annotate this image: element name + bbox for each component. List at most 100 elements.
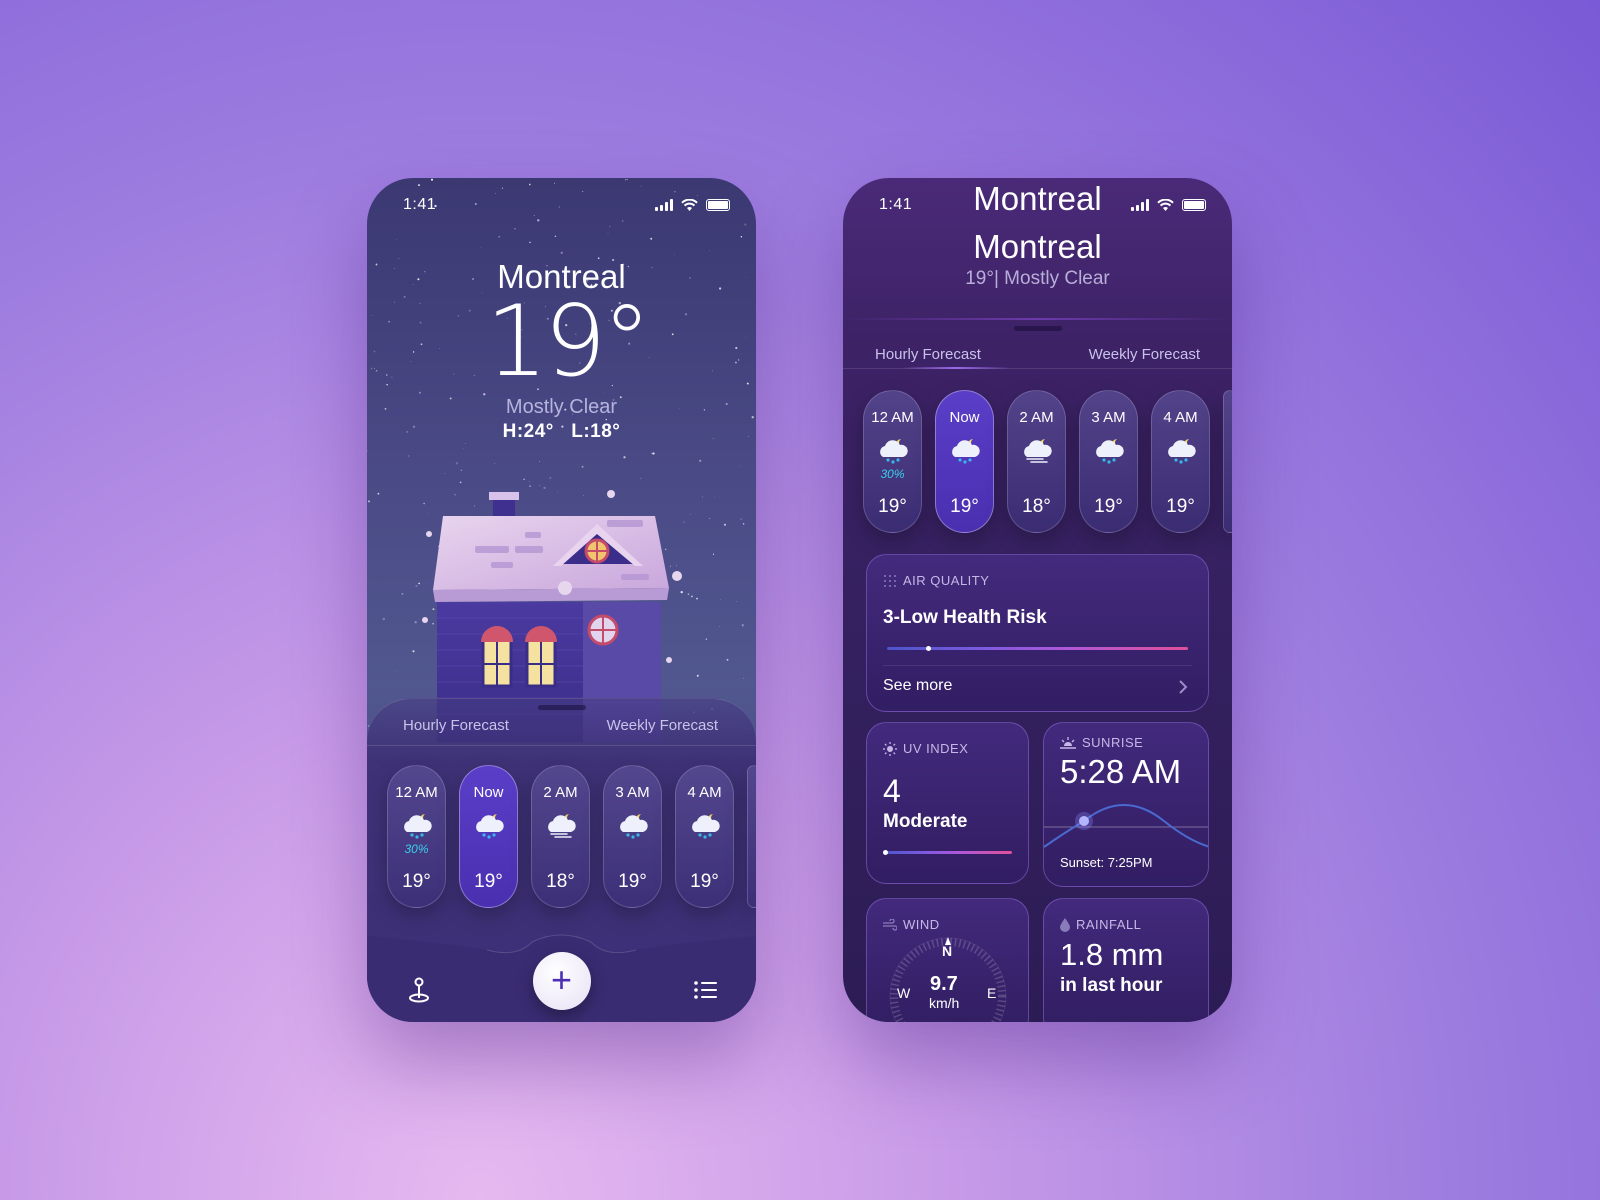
uv-index-bar: [883, 850, 1012, 855]
weather-condition: Mostly Clear: [505, 396, 618, 418]
hourly-forecast-item[interactable]: 12 AM 30% 19°: [387, 765, 446, 908]
cloud-rain-moon-icon: [401, 812, 433, 839]
hour-label: 12 AM: [871, 409, 914, 426]
status-bar: 1:41: [403, 190, 730, 220]
uv-index-indicator: [883, 850, 888, 855]
sunrise-label: SUNRISE: [1082, 735, 1144, 750]
sun-icon: [883, 741, 897, 756]
phone-detail-screen: 1:41 Montreal Montreal 19°| Mostly Clear…: [843, 178, 1232, 1022]
cloud-rain-moon-icon: [1165, 437, 1197, 464]
cloud-rain-moon-icon: [617, 812, 649, 839]
sunrise-icon: [1060, 736, 1076, 749]
sheet-grabber[interactable]: [537, 705, 586, 710]
hour-temperature: 19°: [1166, 496, 1195, 517]
temperature-condition-summary: 19°| Mostly Clear: [965, 268, 1110, 289]
hour-label: 2 AM: [1019, 409, 1054, 426]
air-quality-card[interactable]: AIR QUALITY 3-Low Health Risk See more: [866, 554, 1209, 712]
cloud-rain-moon-icon: [877, 437, 909, 464]
high-low-temperature: H:24° L:18°: [502, 421, 621, 442]
sunrise-time: 5:28 AM: [1060, 753, 1182, 790]
hour-label: 12 AM: [395, 784, 438, 801]
air-quality-bar: [887, 646, 1188, 651]
hourly-forecast-item[interactable]: 4 AM 19°: [675, 765, 734, 908]
hour-temperature: 18°: [1022, 496, 1051, 517]
hour-temperature: 19°: [618, 871, 647, 892]
map-pin-icon[interactable]: [406, 976, 432, 1004]
sheet-grabber[interactable]: [1013, 326, 1062, 331]
cloud-rain-moon-icon: [1093, 437, 1125, 464]
hourly-forecast-item[interactable]: Now 19°: [935, 390, 994, 533]
hour-label: 2 AM: [543, 784, 578, 801]
hour-temperature: 18°: [546, 871, 575, 892]
current-temperature: 19°: [485, 285, 652, 399]
rainfall-card[interactable]: RAINFALL 1.8 mm in last hour: [1043, 898, 1209, 1022]
tab-hourly-forecast[interactable]: Hourly Forecast: [403, 717, 509, 734]
hour-temperature: 19°: [402, 871, 431, 892]
raindrop-icon: [1060, 917, 1070, 932]
cellular-signal-icon: [655, 199, 673, 211]
rainfall-label: RAINFALL: [1076, 917, 1142, 932]
forecast-sheet[interactable]: Hourly Forecast Weekly Forecast 12 AM 30%…: [367, 698, 756, 1022]
see-more-link[interactable]: See more: [883, 677, 952, 695]
hourly-forecast-item[interactable]: 3 AM 19°: [1079, 390, 1138, 533]
hourly-forecast-item[interactable]: 4 AM 19°: [1151, 390, 1210, 533]
tab-weekly-forecast[interactable]: Weekly Forecast: [607, 717, 718, 734]
wind-label: WIND: [903, 917, 940, 932]
hour-temperature: 19°: [690, 871, 719, 892]
list-icon[interactable]: [694, 980, 718, 1000]
cloud-wind-moon-icon: [1021, 437, 1053, 463]
phone-main-screen: 1:41 Montreal 19° Mostly Clear H:24° L:1…: [367, 178, 756, 1022]
hour-temperature: 19°: [1094, 496, 1123, 517]
compass-north: N: [942, 943, 953, 959]
hourly-forecast-item[interactable]: 3 AM 19°: [603, 765, 662, 908]
rainfall-amount: 1.8 mm: [1060, 937, 1164, 972]
precipitation-chance: 30%: [880, 467, 905, 481]
tab-hourly-forecast[interactable]: Hourly Forecast: [875, 346, 981, 363]
air-quality-icon: [884, 574, 896, 587]
hour-label: Now: [473, 784, 504, 801]
hourly-forecast-item-partial[interactable]: [1223, 390, 1232, 533]
city-name: Montreal: [973, 228, 1102, 265]
wind-card[interactable]: WIND N W E 9.7 km/h: [866, 898, 1029, 1022]
air-quality-indicator: [926, 646, 932, 651]
wind-speed: 9.7: [930, 973, 958, 995]
air-quality-value: 3-Low Health Risk: [883, 607, 1047, 628]
hourly-forecast-item[interactable]: 2 AM 18°: [531, 765, 590, 908]
hourly-forecast-item[interactable]: 2 AM 18°: [1007, 390, 1066, 533]
wind-speed-unit: km/h: [929, 995, 960, 1011]
uv-index-value: 4: [883, 773, 901, 809]
tab-weekly-forecast[interactable]: Weekly Forecast: [1089, 346, 1200, 363]
sunset-time: Sunset: 7:25PM: [1060, 855, 1153, 870]
air-quality-label: AIR QUALITY: [903, 573, 990, 588]
sun-path-curve: [1044, 804, 1208, 848]
uv-index-card[interactable]: UV INDEX 4 Moderate: [866, 722, 1029, 884]
chevron-right-icon[interactable]: [1178, 679, 1188, 695]
hourly-forecast-item-partial[interactable]: [747, 765, 756, 908]
hour-label: 3 AM: [1091, 409, 1126, 426]
compass-west: W: [897, 985, 911, 1001]
sunrise-card[interactable]: SUNRISE 5:28 AM Sunset: 7:25PM: [1043, 722, 1209, 887]
wind-icon: [883, 918, 897, 931]
status-time: 1:41: [403, 196, 437, 213]
precipitation-chance: 30%: [404, 842, 429, 856]
hour-temperature: 19°: [950, 496, 979, 517]
hour-temperature: 19°: [878, 496, 907, 517]
hour-label: 3 AM: [615, 784, 650, 801]
hour-label: 4 AM: [687, 784, 722, 801]
cloud-rain-moon-icon: [949, 437, 981, 464]
wifi-icon: [681, 199, 698, 211]
cloud-wind-moon-icon: [545, 812, 577, 838]
battery-icon: [706, 199, 730, 211]
hour-label: Now: [949, 409, 980, 426]
hour-label: 4 AM: [1163, 409, 1198, 426]
uv-index-label: UV INDEX: [903, 741, 969, 756]
add-location-button[interactable]: +: [532, 952, 591, 1010]
hour-temperature: 19°: [474, 871, 503, 892]
uv-index-description: Moderate: [883, 811, 968, 832]
compass-east: E: [987, 985, 997, 1001]
cloud-rain-moon-icon: [689, 812, 721, 839]
hourly-forecast-item[interactable]: 12 AM 30% 19°: [863, 390, 922, 533]
header-city-name: Montreal: [973, 180, 1102, 217]
cloud-rain-moon-icon: [473, 812, 505, 839]
hourly-forecast-item[interactable]: Now 19°: [459, 765, 518, 908]
